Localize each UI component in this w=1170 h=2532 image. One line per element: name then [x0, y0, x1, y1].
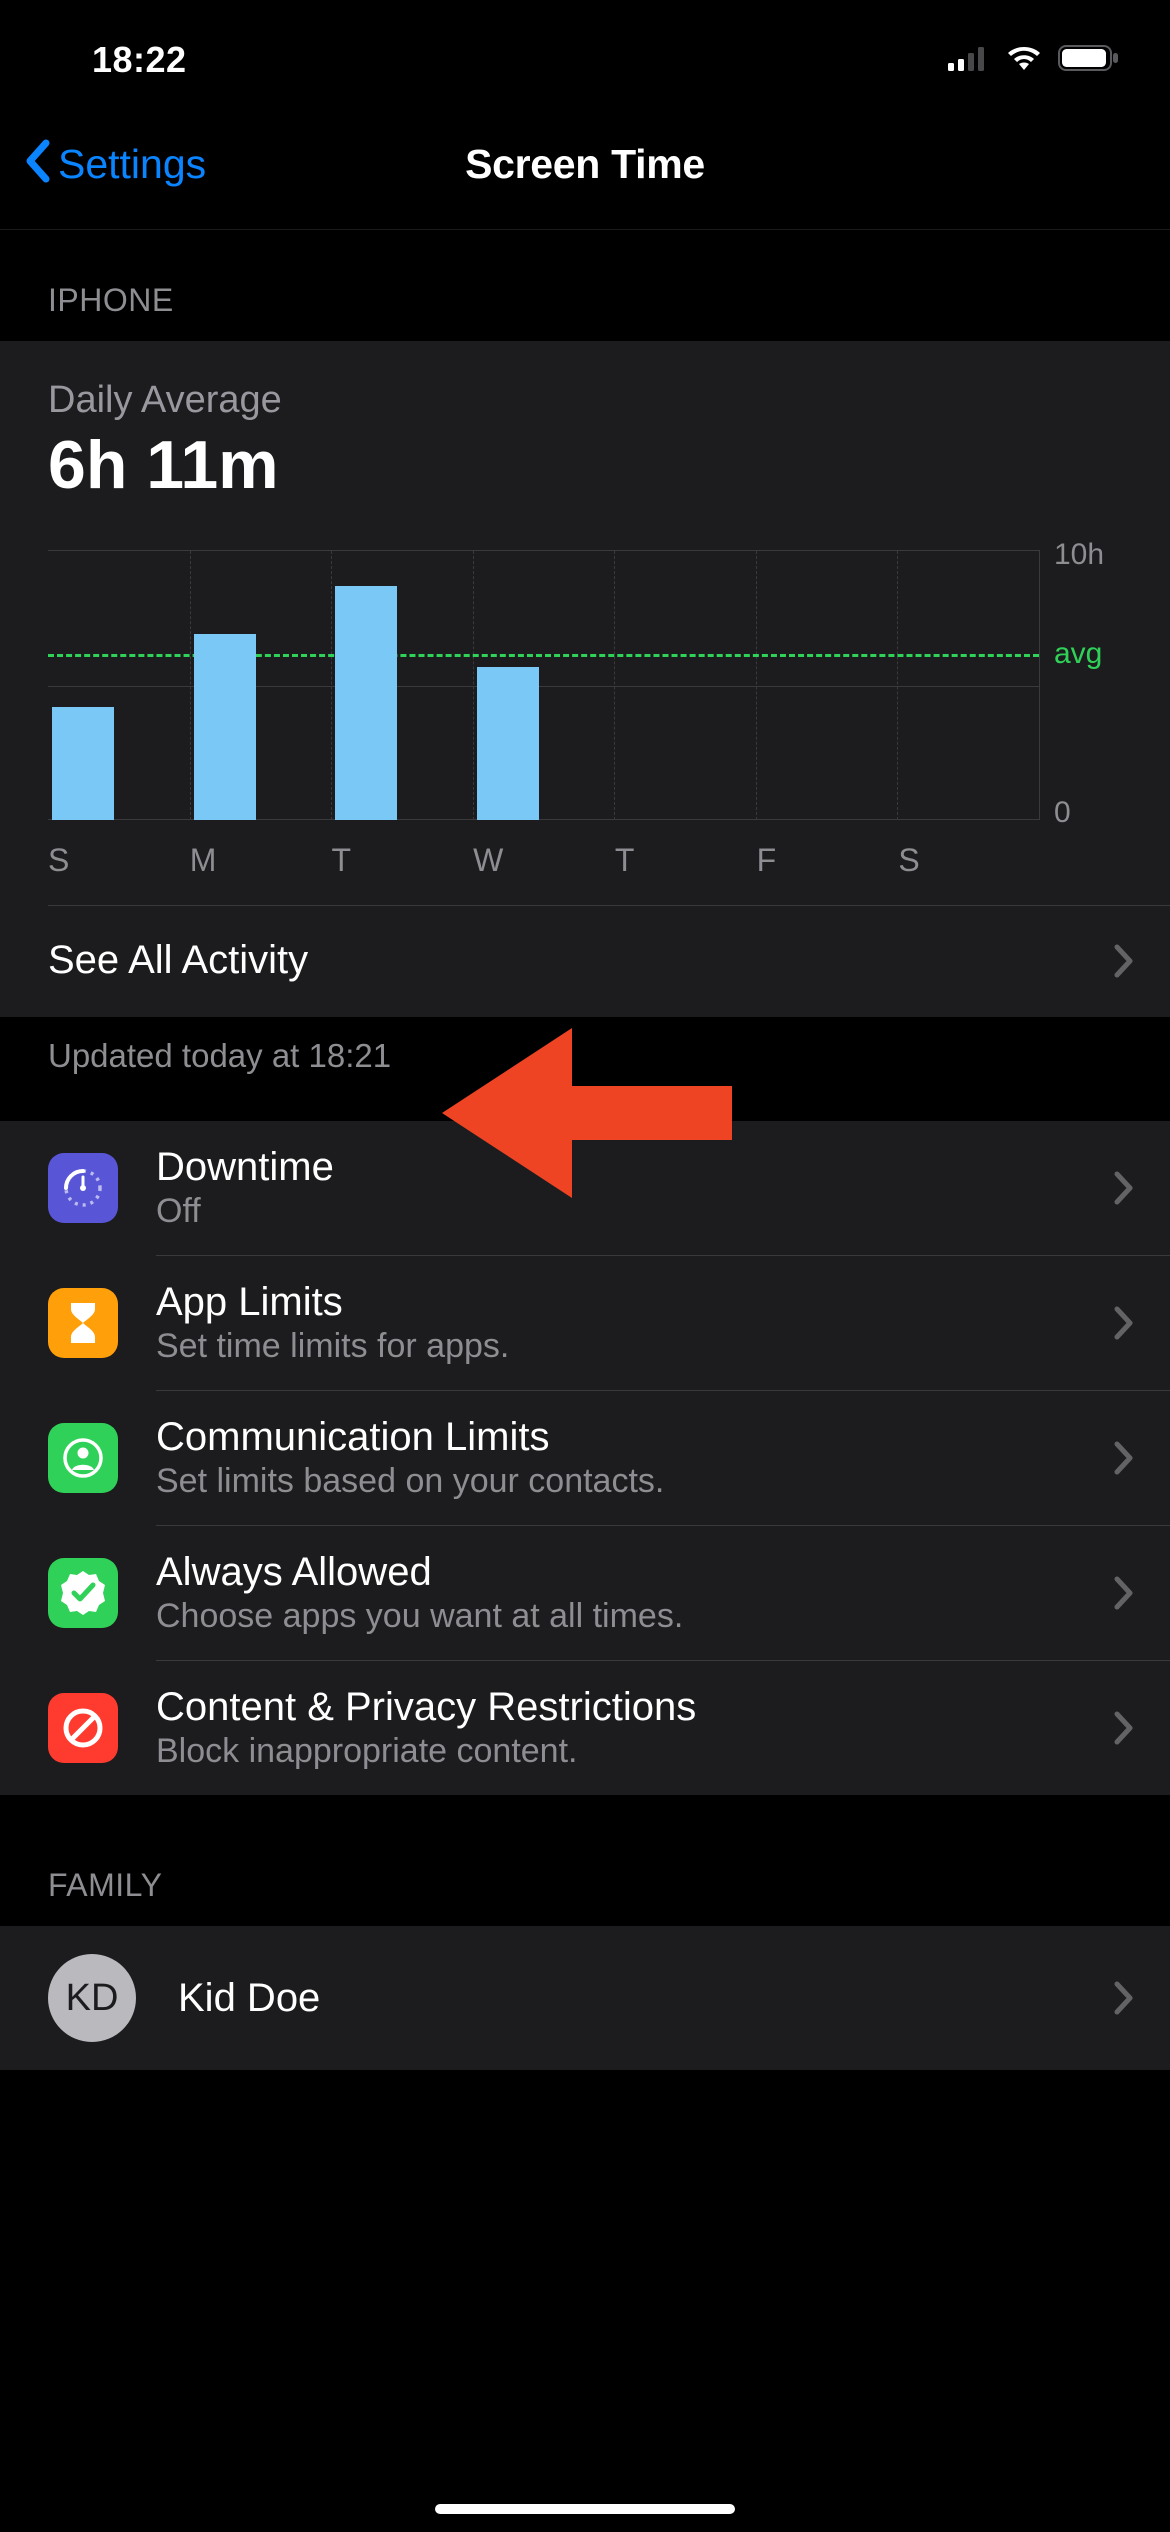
chart-bar	[194, 634, 256, 820]
settings-row-hourglass[interactable]: App LimitsSet time limits for apps.	[0, 1256, 1170, 1390]
day-label: S	[898, 842, 1040, 879]
status-icons	[948, 44, 1120, 77]
nav-bar: Settings Screen Time	[0, 100, 1170, 230]
settings-list: DowntimeOffApp LimitsSet time limits for…	[0, 1121, 1170, 1795]
chevron-right-icon	[1114, 1981, 1134, 2015]
y-axis-max: 10h	[1054, 538, 1130, 572]
cellular-icon	[948, 45, 990, 76]
see-all-activity-row[interactable]: See All Activity	[0, 906, 1170, 1017]
usage-chart: 10h avg 0	[0, 504, 1170, 828]
status-time: 18:22	[92, 39, 187, 81]
settings-row-sub: Choose apps you want at all times.	[156, 1597, 1114, 1636]
chevron-right-icon	[1114, 1711, 1134, 1745]
family-row[interactable]: KD Kid Doe	[0, 1926, 1170, 2070]
battery-icon	[1058, 44, 1120, 77]
overview-card: Daily Average 6h 11m 10h avg 0 SMTWTFS S…	[0, 341, 1170, 1017]
chevron-right-icon	[1114, 1306, 1134, 1340]
chevron-right-icon	[1114, 1576, 1134, 1610]
contact-icon	[48, 1423, 118, 1493]
page-title: Screen Time	[465, 141, 705, 188]
y-axis-min: 0	[1054, 796, 1130, 830]
settings-row-sub: Set time limits for apps.	[156, 1327, 1114, 1366]
day-label: S	[48, 842, 190, 879]
status-bar: 18:22	[0, 0, 1170, 100]
settings-row-sub: Set limits based on your contacts.	[156, 1462, 1114, 1501]
day-label: W	[473, 842, 615, 879]
settings-row-nosign[interactable]: Content & Privacy RestrictionsBlock inap…	[0, 1661, 1170, 1795]
back-label: Settings	[58, 141, 206, 188]
chevron-left-icon	[24, 137, 52, 193]
day-label: M	[190, 842, 332, 879]
checkbadge-icon	[48, 1558, 118, 1628]
family-list: KD Kid Doe	[0, 1926, 1170, 2070]
chevron-right-icon	[1114, 1441, 1134, 1475]
back-button[interactable]: Settings	[24, 137, 206, 193]
section-header-iphone: IPHONE	[0, 230, 1170, 341]
avatar: KD	[48, 1954, 136, 2042]
downtime-icon	[48, 1153, 118, 1223]
annotation-arrow-icon	[442, 1018, 732, 1213]
chart-bar	[477, 667, 539, 820]
day-label: F	[757, 842, 899, 879]
daily-average-label: Daily Average	[48, 379, 1122, 422]
settings-row-checkbadge[interactable]: Always AllowedChoose apps you want at al…	[0, 1526, 1170, 1660]
wifi-icon	[1004, 44, 1044, 77]
see-all-activity-label: See All Activity	[48, 938, 308, 983]
day-label: T	[331, 842, 473, 879]
settings-row-title: App Limits	[156, 1280, 1114, 1325]
section-header-family: FAMILY	[0, 1795, 1170, 1926]
settings-row-title: Content & Privacy Restrictions	[156, 1685, 1114, 1730]
hourglass-icon	[48, 1288, 118, 1358]
day-labels: SMTWTFS	[0, 828, 1170, 905]
settings-row-sub: Block inappropriate content.	[156, 1732, 1114, 1771]
chart-bar	[335, 586, 397, 820]
home-indicator	[435, 2504, 735, 2514]
nosign-icon	[48, 1693, 118, 1763]
chart-bar	[52, 707, 114, 820]
settings-row-title: Communication Limits	[156, 1415, 1114, 1460]
settings-row-title: Always Allowed	[156, 1550, 1114, 1595]
chevron-right-icon	[1114, 1171, 1134, 1205]
chevron-right-icon	[1114, 944, 1134, 978]
daily-average-value: 6h 11m	[48, 426, 1122, 504]
settings-row-contact[interactable]: Communication LimitsSet limits based on …	[0, 1391, 1170, 1525]
family-name: Kid Doe	[178, 1976, 1114, 2021]
y-axis-avg: avg	[1054, 637, 1102, 671]
day-label: T	[615, 842, 757, 879]
